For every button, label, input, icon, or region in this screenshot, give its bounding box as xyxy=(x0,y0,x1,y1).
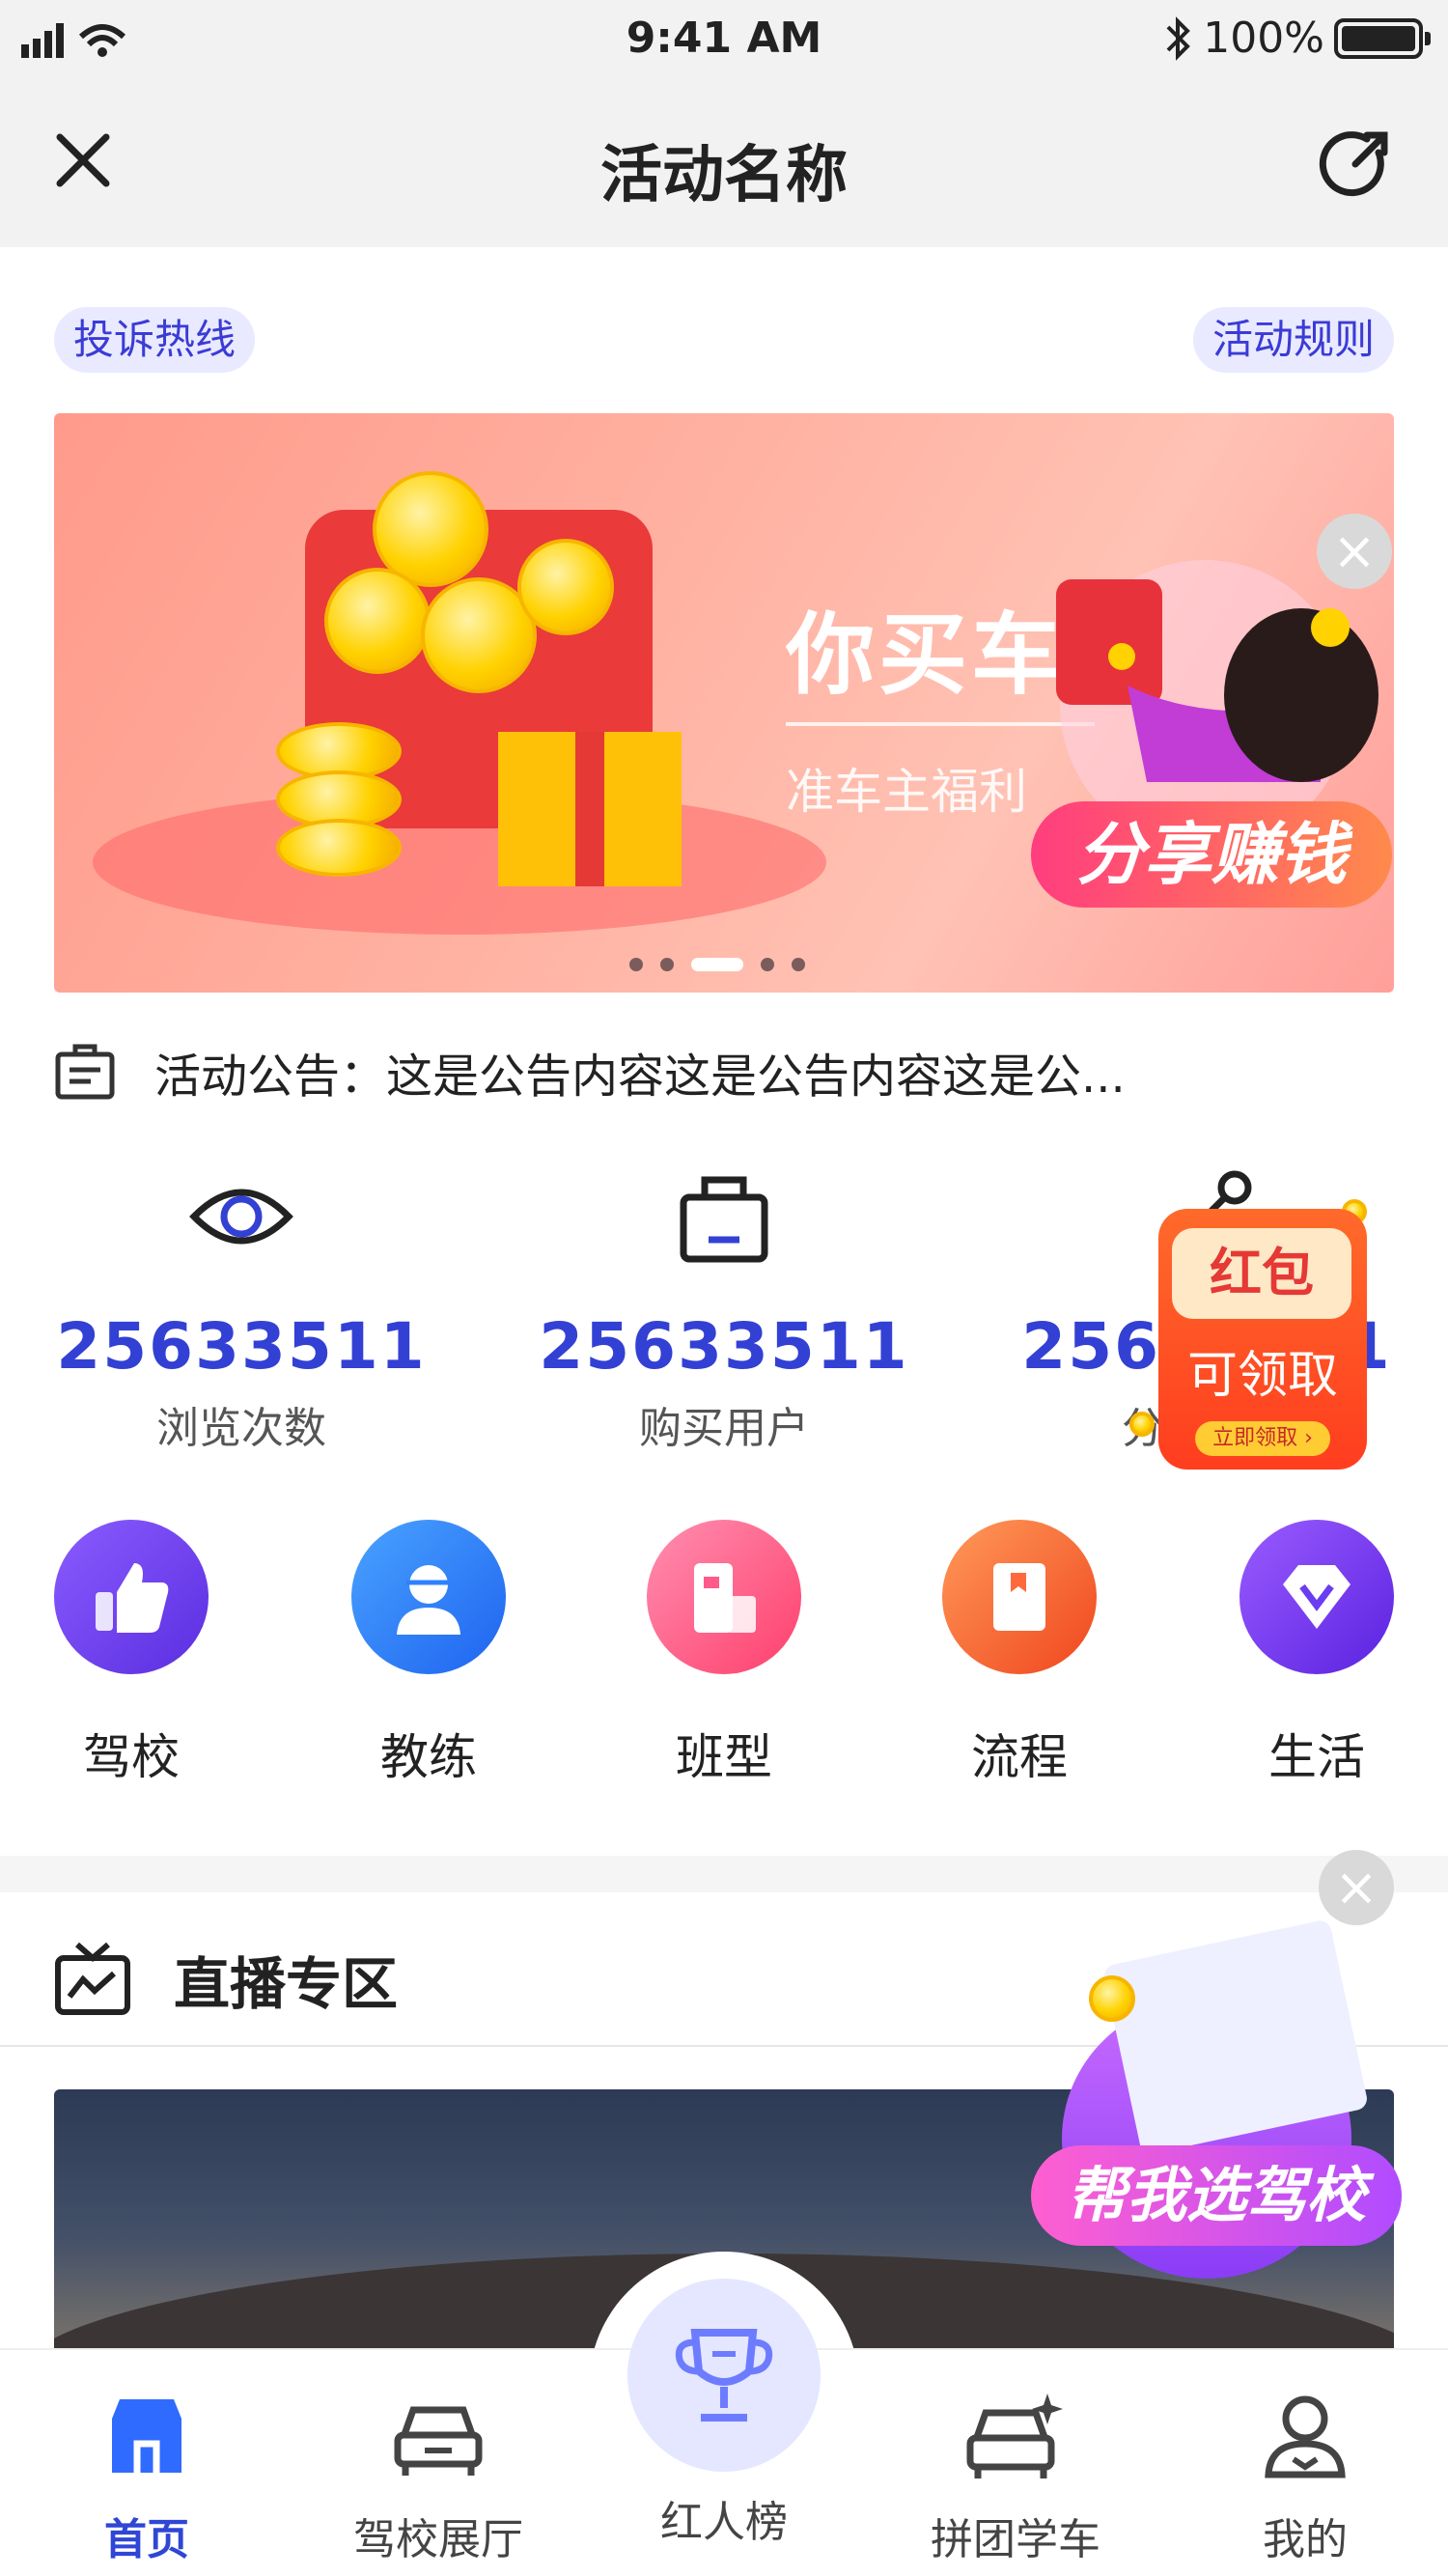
live-section-title: 直播专区 xyxy=(174,1951,399,2017)
battery-icon xyxy=(1334,17,1431,59)
carousel-dot[interactable] xyxy=(761,958,774,971)
coin-icon xyxy=(1129,1412,1155,1437)
tab-home[interactable]: 首页 xyxy=(31,2383,263,2566)
announcement-bar[interactable]: 活动公告：这是公告内容这是公告内容这是公... xyxy=(54,1033,1396,1110)
category-label: 驾校 xyxy=(83,1729,180,1785)
tab-me[interactable]: 我的 xyxy=(1189,2383,1421,2566)
tab-label: 首页 xyxy=(104,2515,189,2564)
category-class-type[interactable]: 班型 xyxy=(627,1520,821,1788)
page-title: 活动名称 xyxy=(600,140,848,211)
coin-icon xyxy=(517,539,614,635)
process-book-icon xyxy=(942,1520,1097,1674)
category-coach[interactable]: 教练 xyxy=(332,1520,525,1788)
tab-label: 拼团学车 xyxy=(931,2515,1100,2564)
stat-value: 25633511 xyxy=(56,1309,427,1384)
stat-buyers: 25633511 购买用户 xyxy=(483,1159,965,1455)
eye-icon xyxy=(0,1159,483,1274)
home-icon xyxy=(31,2383,263,2489)
carousel-dot[interactable] xyxy=(792,958,805,971)
announcement-icon xyxy=(55,1044,115,1100)
live-section-header: 直播专区 xyxy=(54,1931,398,2028)
top-bar: 9:41 AM 100% 活动名称 xyxy=(0,0,1448,247)
stat-label: 浏览次数 xyxy=(156,1404,326,1453)
tab-school-hall[interactable]: 驾校展厅 xyxy=(322,2383,554,2566)
complaint-hotline-button[interactable]: 投诉热线 xyxy=(54,307,256,373)
tab-label: 红人榜 xyxy=(660,2498,788,2547)
stat-value: 25633511 xyxy=(539,1309,909,1384)
tab-label: 我的 xyxy=(1263,2515,1348,2564)
gift-box-icon xyxy=(498,732,682,886)
red-packet-subtitle: 可领取 xyxy=(1186,1347,1338,1405)
status-right: 100% xyxy=(1164,14,1431,63)
tv-icon xyxy=(55,1942,130,2015)
activity-rules-button[interactable]: 活动规则 xyxy=(1192,307,1394,373)
class-type-icon xyxy=(647,1520,801,1674)
tab-group-learn[interactable]: 拼团学车 xyxy=(900,2383,1131,2566)
share-icon[interactable] xyxy=(1315,124,1396,205)
coin-icon xyxy=(324,568,431,674)
thumbs-up-icon xyxy=(54,1520,209,1674)
tab-rankings[interactable]: 红人榜 xyxy=(608,2279,840,2549)
diamond-v-icon xyxy=(1239,1520,1394,1674)
category-label: 流程 xyxy=(971,1729,1068,1785)
category-driving-school[interactable]: 驾校 xyxy=(35,1520,228,1788)
category-process[interactable]: 流程 xyxy=(923,1520,1116,1788)
carousel-dot-active[interactable] xyxy=(691,958,743,971)
share-earn-button[interactable]: 分享赚钱 xyxy=(1031,801,1392,908)
red-packet-title: 红包 xyxy=(1172,1228,1351,1319)
trophy-icon xyxy=(627,2279,821,2472)
announcement-text: 活动公告：这是公告内容这是公告内容这是公... xyxy=(154,1050,1126,1104)
category-life[interactable]: 生活 xyxy=(1220,1520,1413,1788)
stat-views: 25633511 浏览次数 xyxy=(0,1159,483,1455)
share-earn-float[interactable]: 分享赚钱 xyxy=(1012,541,1417,927)
claim-now-button[interactable]: 立即领取 › xyxy=(1195,1421,1330,1456)
category-label: 班型 xyxy=(676,1729,772,1785)
status-bar: 9:41 AM 100% xyxy=(0,0,1448,85)
section-separator xyxy=(0,1856,1448,1892)
bluetooth-icon xyxy=(1166,15,1191,61)
help-choose-school-button[interactable]: 帮我选驾校 xyxy=(1031,2145,1402,2246)
category-label: 教练 xyxy=(380,1729,477,1785)
carousel-indicator xyxy=(629,958,805,971)
car-sparkle-icon xyxy=(900,2383,1131,2489)
help-float-close-icon[interactable]: × xyxy=(1319,1850,1394,1925)
coin-icon xyxy=(1089,1975,1135,2022)
carousel-dot[interactable] xyxy=(660,958,674,971)
banner-subline: 准车主福利 xyxy=(786,764,1027,820)
help-choose-school-float[interactable]: 帮我选驾校 xyxy=(1004,1918,1429,2279)
stat-label: 购买用户 xyxy=(639,1404,809,1453)
tab-bar: 首页 驾校展厅 红人榜 拼团学车 我的 xyxy=(0,2279,1448,2576)
car-icon xyxy=(322,2383,554,2489)
user-icon xyxy=(1189,2383,1421,2489)
coin-stack-icon xyxy=(276,819,402,877)
battery-percent: 100% xyxy=(1203,14,1324,63)
carousel-dot[interactable] xyxy=(629,958,643,971)
category-label: 生活 xyxy=(1268,1729,1365,1785)
nav-bar: 活动名称 xyxy=(0,85,1448,247)
shopping-bag-icon xyxy=(483,1159,965,1274)
tab-label: 驾校展厅 xyxy=(353,2515,523,2564)
coach-icon xyxy=(351,1520,506,1674)
red-packet-float[interactable]: 红包 可领取 立即领取 › xyxy=(1129,1170,1448,1498)
share-illustration xyxy=(1056,560,1378,850)
